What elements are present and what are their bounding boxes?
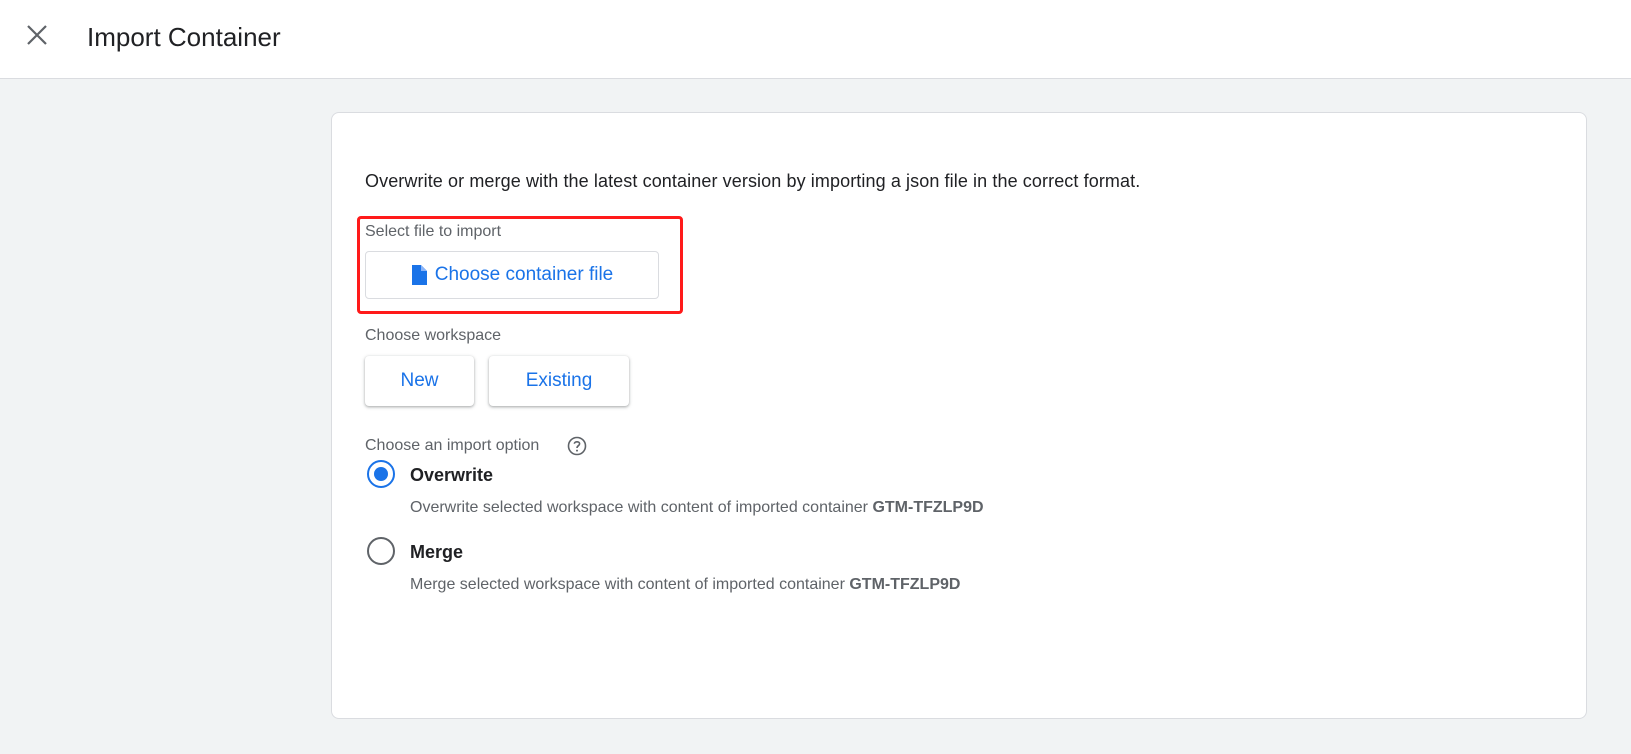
document-icon [411, 265, 427, 285]
top-bar: Import Container [0, 0, 1631, 79]
choose-container-file-button[interactable]: Choose container file [365, 251, 659, 299]
workspace-existing-label: Existing [525, 370, 593, 391]
import-option-label: Choose an import option [365, 437, 540, 454]
help-icon[interactable] [567, 436, 587, 456]
workspace-existing-button[interactable]: Existing [489, 356, 629, 406]
merge-radio[interactable] [367, 537, 395, 565]
workspace-new-button[interactable]: New [365, 356, 474, 406]
merge-option-description: Merge selected workspace with content of… [410, 575, 960, 595]
overwrite-radio[interactable] [367, 460, 395, 488]
workspace-new-label: New [400, 370, 439, 391]
merge-option-title: Merge [410, 542, 464, 562]
import-card: Overwrite or merge with the latest conta… [331, 112, 1587, 719]
intro-text: Overwrite or merge with the latest conta… [365, 171, 1141, 191]
merge-description-text: Merge selected workspace with content of… [410, 576, 845, 593]
overwrite-option-description: Overwrite selected workspace with conten… [410, 498, 984, 518]
choose-workspace-label: Choose workspace [365, 327, 502, 344]
close-icon [26, 24, 48, 51]
page-title: Import Container [87, 22, 281, 52]
overwrite-option-title: Overwrite [410, 465, 494, 485]
choose-container-file-label: Choose container file [434, 264, 614, 285]
close-button[interactable] [20, 20, 54, 54]
select-file-label: Select file to import [365, 223, 502, 240]
merge-container-id: GTM-TFZLP9D [849, 576, 961, 593]
overwrite-description-text: Overwrite selected workspace with conten… [410, 499, 868, 516]
overwrite-container-id: GTM-TFZLP9D [872, 499, 984, 516]
